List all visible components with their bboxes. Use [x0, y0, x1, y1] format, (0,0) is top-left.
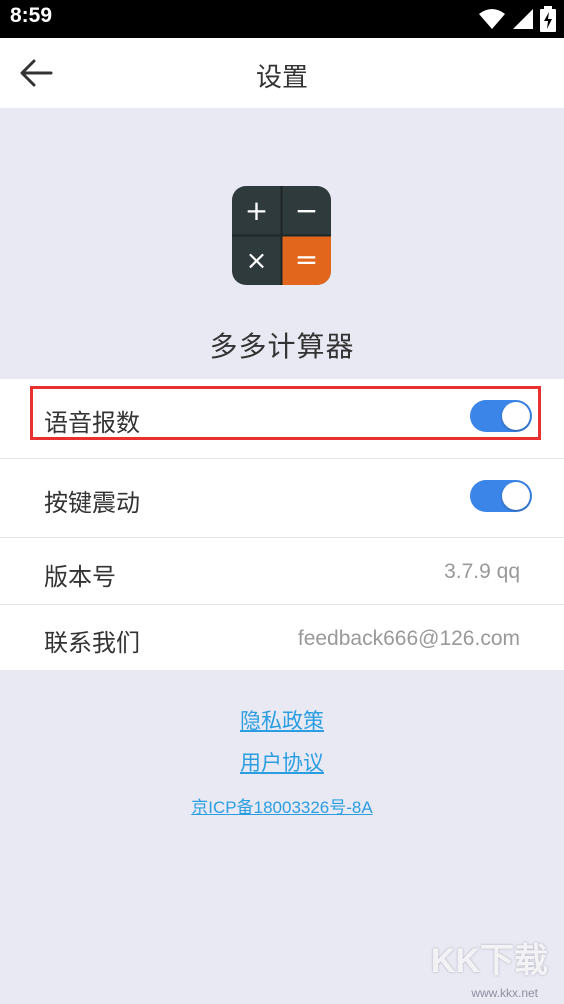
- setting-row-version: 版本号 3.7.9 qq: [0, 538, 564, 604]
- logo-key-equals: =: [295, 243, 318, 276]
- wifi-icon: [479, 9, 505, 29]
- logo-key-multiply: ×: [246, 246, 268, 276]
- setting-row-contact[interactable]: 联系我们 feedback666@126.com: [0, 605, 564, 670]
- key-vibration-label: 按键震动: [44, 489, 140, 517]
- highlight-box: [30, 386, 541, 440]
- logo-key-minus: −: [295, 194, 318, 227]
- page-title: 设置: [255, 63, 308, 93]
- app-logo: + − × =: [232, 186, 331, 285]
- toggle-knob: [502, 482, 530, 510]
- watermark-url: www.kkx.net: [471, 986, 538, 1000]
- privacy-policy-link[interactable]: 隐私政策: [0, 705, 564, 735]
- logo-key-plus: +: [245, 194, 268, 227]
- user-agreement-link[interactable]: 用户协议: [0, 747, 564, 777]
- key-vibration-toggle[interactable]: [470, 480, 532, 512]
- contact-email[interactable]: feedback666@126.com: [298, 627, 520, 651]
- app-name: 多多计算器: [209, 330, 355, 363]
- version-label: 版本号: [44, 563, 116, 591]
- contact-label: 联系我们: [44, 629, 140, 657]
- setting-row-key-vibration[interactable]: 按键震动: [0, 459, 564, 537]
- status-time: 8:59: [10, 4, 53, 27]
- watermark-logo: KK下载: [430, 942, 548, 980]
- app-bar: 设置: [0, 38, 564, 108]
- status-bar: 8:59: [0, 0, 564, 38]
- battery-charging-icon: [540, 6, 556, 32]
- status-icons: [478, 6, 556, 32]
- signal-icon: [513, 9, 533, 29]
- version-value: 3.7.9 qq: [444, 560, 520, 583]
- icp-license-link[interactable]: 京ICP备18003326号-8A: [0, 793, 564, 818]
- calculator-logo-icon: + − × =: [232, 186, 331, 285]
